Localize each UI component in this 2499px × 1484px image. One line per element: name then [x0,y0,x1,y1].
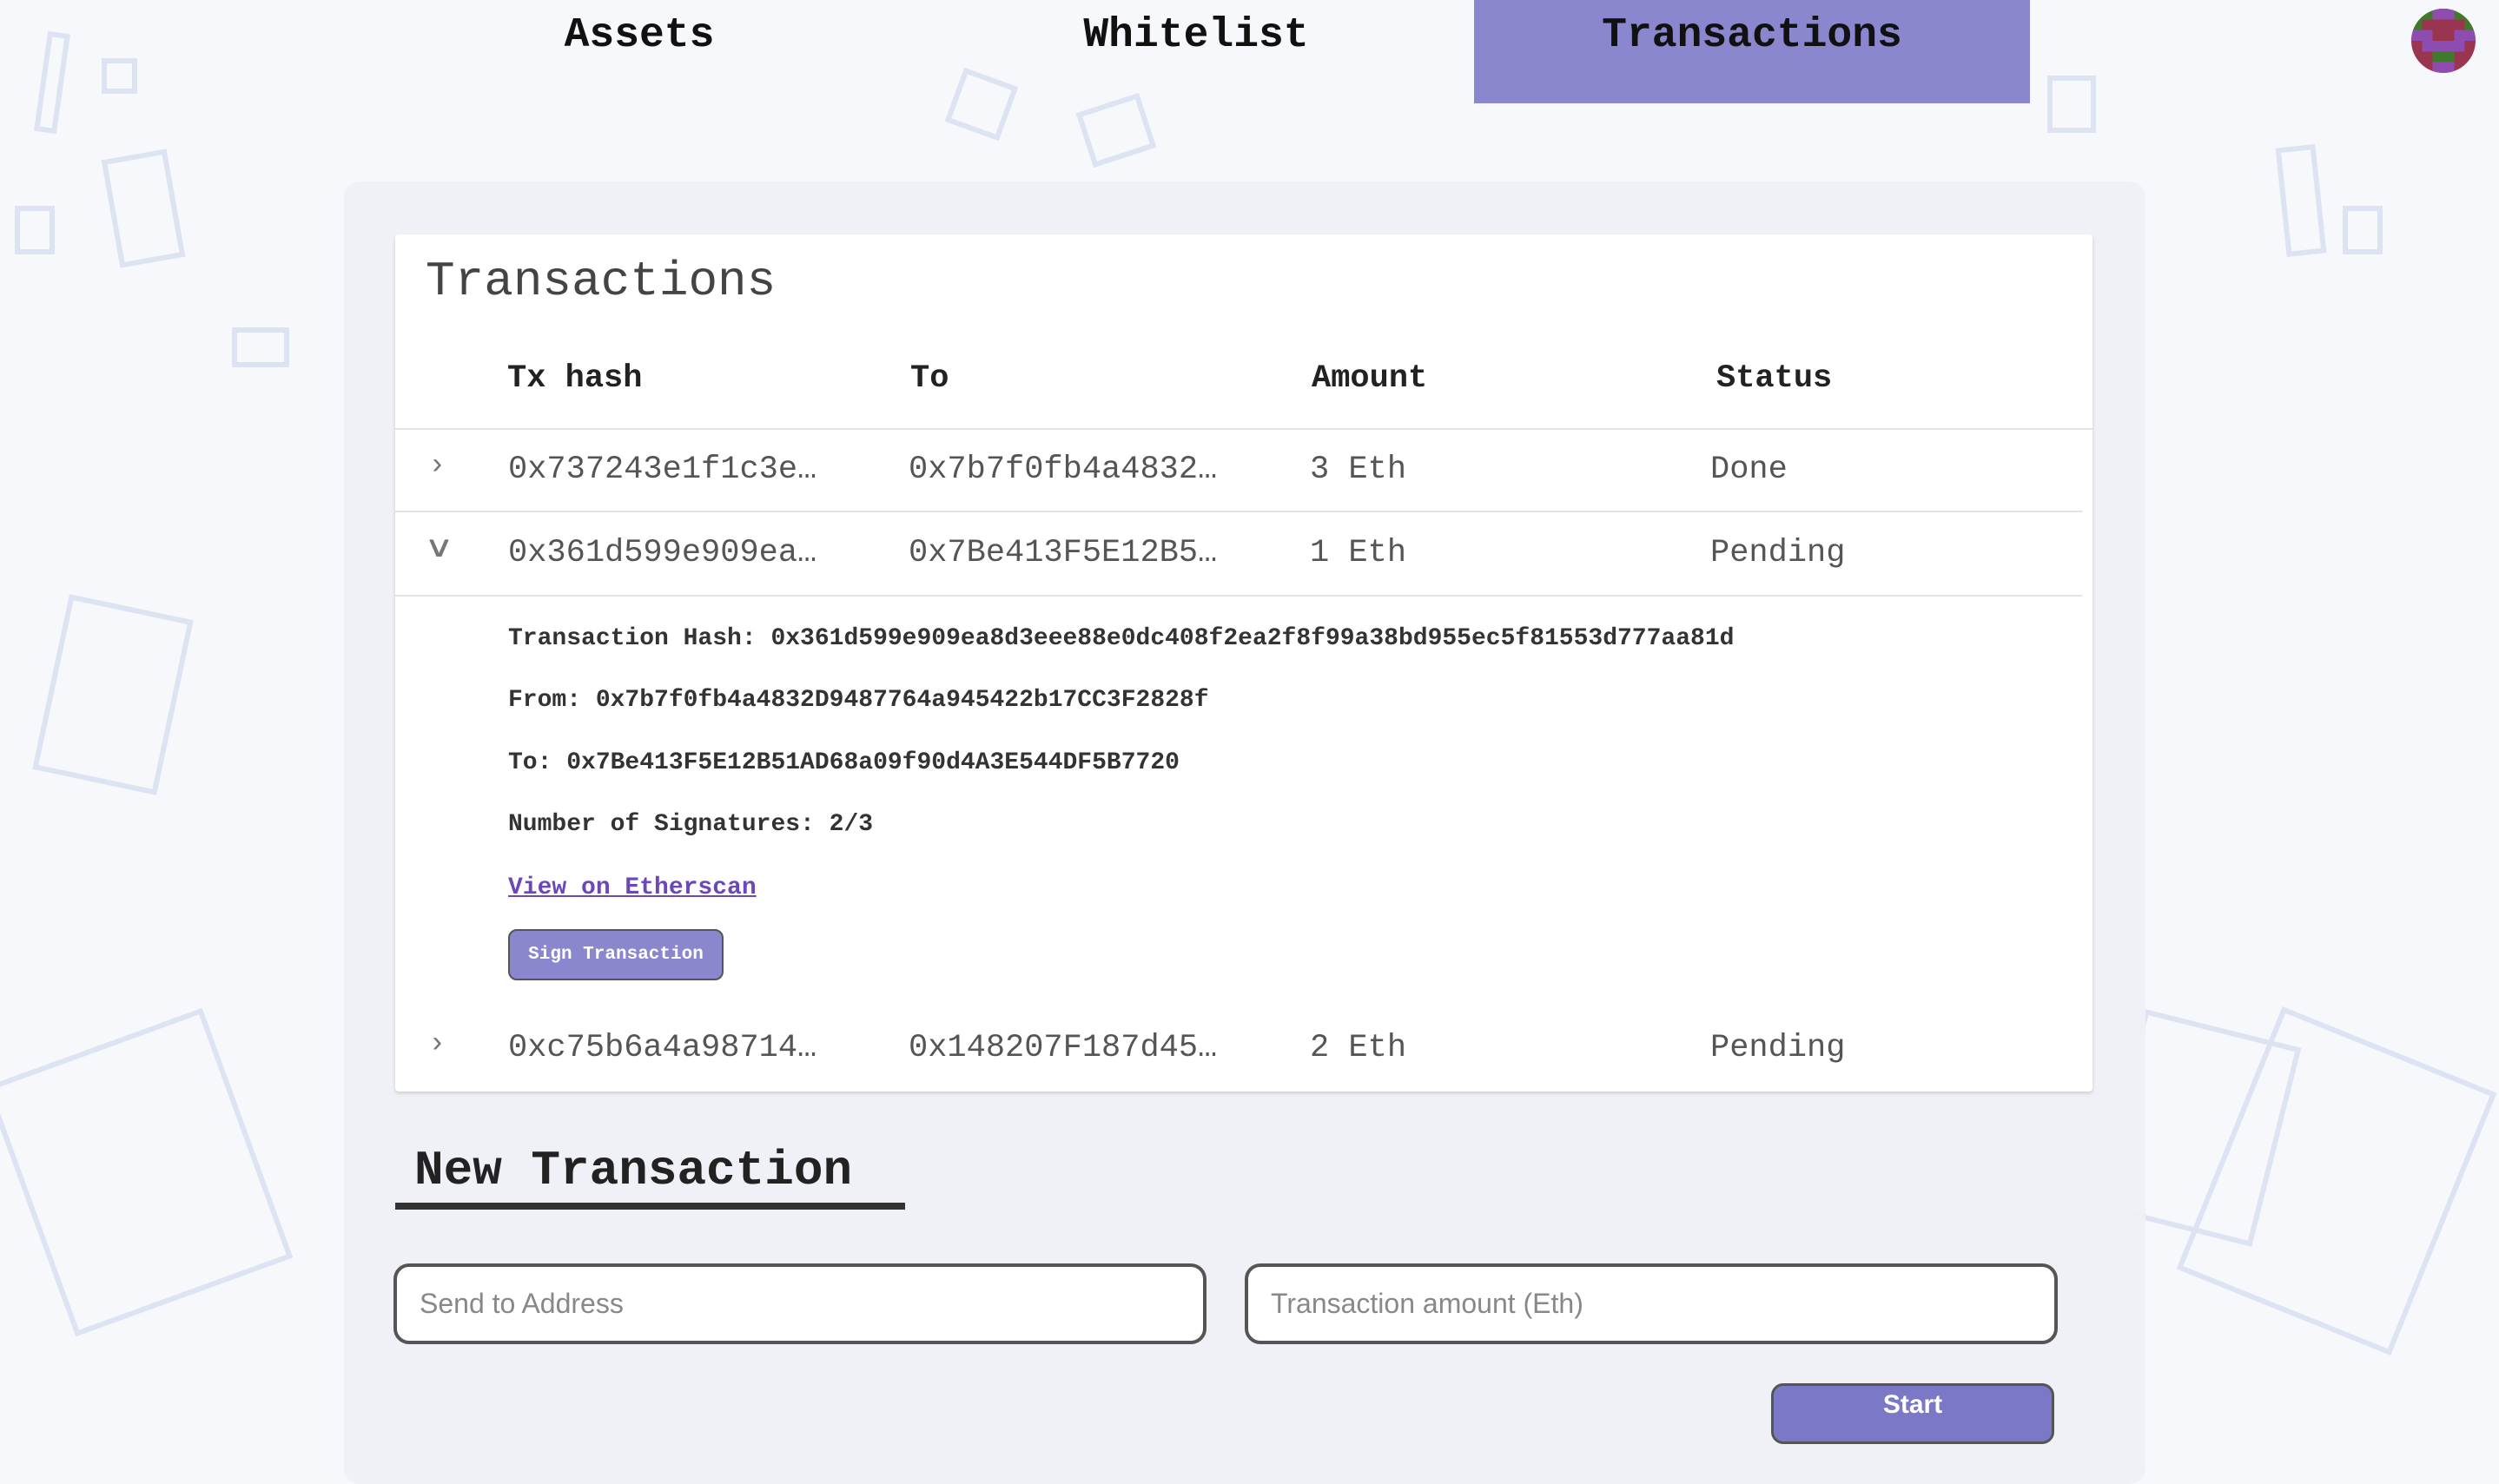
new-transaction-title: New Transaction [414,1143,853,1198]
avatar[interactable] [2411,9,2476,73]
divider [395,595,2082,597]
tab-assets[interactable]: Assets [361,0,917,103]
tx-hash: 0xc75b6a4a98714… [508,1030,817,1066]
divider [395,511,2082,512]
detail-from: From: 0x7b7f0fb4a4832D9487764a945422b17C… [508,687,1209,714]
start-button[interactable]: Start [1771,1383,2054,1444]
title-underline [395,1203,905,1210]
header-amount: Amount [1312,360,1428,397]
tx-status: Done [1710,452,1788,488]
tx-to: 0x148207F187d45… [909,1030,1218,1066]
tx-status: Pending [1710,1030,1846,1066]
header-status: Status [1716,360,1833,397]
tab-transactions[interactable]: Transactions [1474,0,2030,103]
tx-amount: 1 Eth [1310,535,1407,571]
chevron-right-icon[interactable]: › [428,1028,446,1061]
header-tx-hash: Tx hash [507,360,643,397]
card-title: Transactions [426,254,777,309]
tx-to: 0x7b7f0fb4a4832… [909,452,1218,488]
tx-amount: 2 Eth [1310,1030,1407,1066]
transaction-amount-input[interactable] [1245,1263,2058,1344]
view-on-etherscan-link[interactable]: View on Etherscan [508,874,757,901]
tx-to: 0x7Be413F5E12B5… [909,535,1218,571]
detail-signatures: Number of Signatures: 2/3 [508,811,874,838]
tx-amount: 3 Eth [1310,452,1407,488]
chevron-down-icon[interactable]: ∨ [424,530,454,566]
header-to: To [910,360,949,397]
transactions-card: Transactions Tx hash To Amount Status › … [395,234,2092,1092]
tx-hash: 0x737243e1f1c3e… [508,452,817,488]
sign-transaction-button[interactable]: Sign Transaction [508,929,724,980]
detail-to: To: 0x7Be413F5E12B51AD68a09f90d4A3E544DF… [508,749,1180,776]
detail-hash: Transaction Hash: 0x361d599e909ea8d3eee8… [508,625,1735,652]
send-to-address-input[interactable] [393,1263,1207,1344]
tx-status: Pending [1710,535,1846,571]
chevron-right-icon[interactable]: › [428,450,446,483]
tab-whitelist[interactable]: Whitelist [918,0,1474,103]
divider [395,428,2092,430]
tx-hash: 0x361d599e909ea… [508,535,817,571]
